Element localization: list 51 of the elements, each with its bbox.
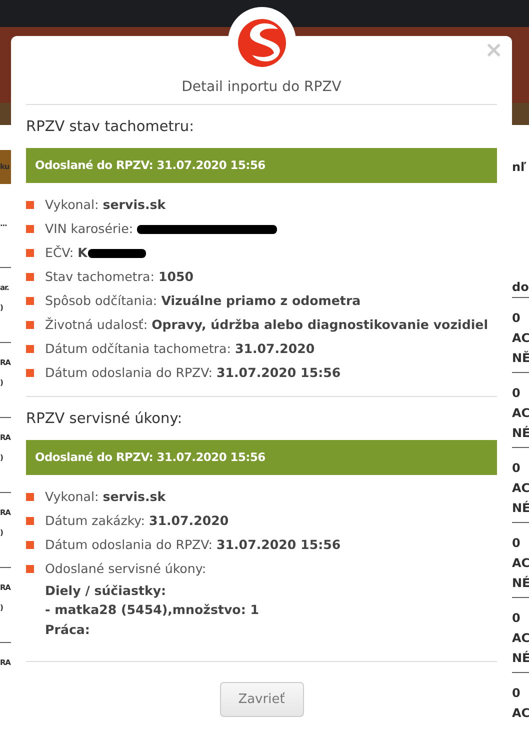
background-text: AC — [512, 705, 529, 722]
bullet-icon — [26, 272, 34, 281]
background-text: NÉ — [512, 650, 529, 667]
detail-text: VIN karosérie: — [45, 220, 134, 236]
detail-text: Odoslané servisné úkony: — [45, 560, 206, 576]
background-text: 0 — [512, 385, 522, 402]
close-button[interactable]: Zavrieť — [220, 682, 304, 717]
detail-text: Dátum odčítania tachometra: 31.07.2020 — [45, 340, 315, 356]
bullet-icon — [26, 224, 34, 233]
detail-line: Diely / súčiastky: — [45, 582, 168, 600]
bullet-icon — [26, 516, 34, 524]
status-banner: Odoslané do RPZV: 31.07.2020 15:56 — [26, 440, 497, 474]
background-text: 0 — [512, 460, 522, 477]
detail-text: EČV: K — [45, 244, 88, 260]
background-text: NÉ — [512, 424, 529, 442]
bullet-icon — [26, 296, 34, 305]
background-text: 0 — [512, 685, 522, 702]
background-text: NĚ — [512, 350, 529, 367]
bullet-icon — [26, 200, 34, 209]
background-text: AC — [512, 330, 529, 347]
detail-text: Vykonal: servis.sk — [45, 196, 166, 212]
status-banner: Odoslané do RPZV: 31.07.2020 15:56 — [26, 148, 497, 183]
background-text: AC — [512, 480, 529, 497]
section-title: RPZV servisné úkony: — [26, 410, 184, 429]
detail-line: Práca: — [45, 620, 91, 638]
background-text: NÉ — [512, 574, 529, 592]
bullet-icon — [26, 368, 34, 377]
detail-text: Dátum odoslania do RPZV: 31.07.2020 15:56 — [45, 536, 341, 552]
background-text: 0 — [512, 310, 522, 327]
detail-line: - matka28 (5454),množstvo: 1 — [45, 601, 260, 619]
detail-text: Stav tachometra: 1050 — [45, 268, 194, 284]
bullet-icon — [26, 540, 34, 548]
background-text: nľ — [512, 159, 528, 176]
detail-text: Dátum zakázky: 31.07.2020 — [45, 512, 229, 528]
detail-text: Životná udalosť: Opravy, údržba alebo diagnostikovanie vozidiel — [45, 316, 488, 332]
bullet-icon — [26, 320, 34, 329]
detail-text: Spôsob odčítania: Vizuálne priamo z odometra — [45, 292, 361, 308]
background-text: AC — [512, 555, 529, 572]
background-text: 0 — [512, 535, 522, 552]
background-text: do — [512, 279, 529, 296]
detail-text: Dátum odoslania do RPZV: 31.07.2020 15:56 — [45, 364, 341, 380]
background-text: 0 — [512, 610, 522, 627]
background-text: AC — [512, 405, 529, 422]
section-title: RPZV stav tachometru: — [26, 118, 195, 137]
bullet-icon — [26, 492, 34, 500]
bullet-icon — [26, 344, 34, 353]
bullet-icon — [26, 564, 34, 572]
bullet-icon — [26, 248, 34, 257]
background-text: NÉ — [512, 500, 529, 517]
detail-text: Vykonal: servis.sk — [45, 488, 166, 504]
background-text: AC — [512, 630, 529, 647]
